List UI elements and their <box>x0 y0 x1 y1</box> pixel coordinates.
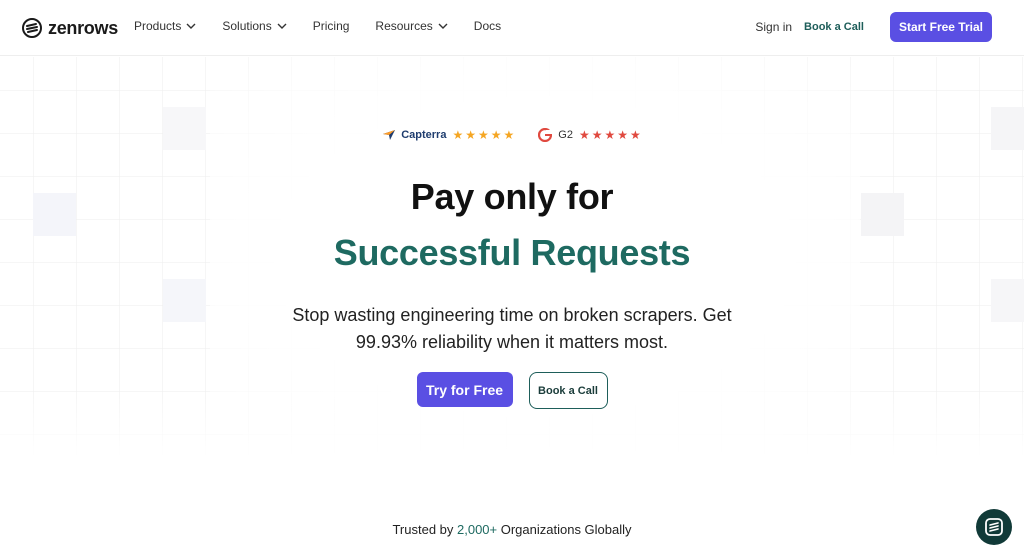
trusted-by-text: Trusted by 2,000+ Organizations Globally <box>0 522 1024 537</box>
hero-cta-group: Try for Free Book a Call <box>0 372 1024 409</box>
nav-products[interactable]: Products <box>134 19 196 33</box>
book-call-button[interactable]: Book a Call <box>528 372 608 409</box>
star-icon: ★ <box>591 128 603 142</box>
capterra-stars: ★ ★ ★ ★ ★ <box>452 129 514 141</box>
hero-title-line2: Successful Requests <box>333 232 691 273</box>
chevron-down-icon <box>438 23 448 29</box>
star-icon: ★ <box>503 128 515 142</box>
star-icon: ★ <box>578 128 590 142</box>
chat-widget-button[interactable] <box>976 509 1012 545</box>
ratings-row: Capterra ★ ★ ★ ★ ★ G2 ★ ★ ★ ★ ★ <box>0 128 1024 142</box>
nav-docs-label: Docs <box>473 19 502 33</box>
star-icon: ★ <box>452 128 464 142</box>
logo-text: zenrows <box>48 17 118 38</box>
zenrows-logo[interactable]: zenrows <box>22 17 118 39</box>
nav-docs[interactable]: Docs <box>474 19 501 33</box>
chevron-down-icon <box>186 23 196 29</box>
g2-stars: ★ ★ ★ ★ ★ <box>579 129 641 141</box>
chevron-down-icon <box>277 23 287 29</box>
trusted-prefix: Trusted by <box>392 522 457 537</box>
nav-solutions-label: Solutions <box>222 19 272 33</box>
nav-solutions[interactable]: Solutions <box>222 19 287 33</box>
nav-pricing[interactable]: Pricing <box>313 19 350 33</box>
nav-resources[interactable]: Resources <box>375 19 448 33</box>
nav-pricing-label: Pricing <box>312 19 350 33</box>
trusted-suffix: Organizations Globally <box>497 522 632 537</box>
zenrows-chat-icon <box>985 518 1003 536</box>
capterra-logo-icon <box>383 130 396 140</box>
trusted-count: 2,000+ <box>457 522 498 537</box>
zenrows-logo-icon <box>22 18 42 38</box>
start-free-trial-button[interactable]: Start Free Trial <box>889 12 992 42</box>
g2-logo-icon <box>538 128 553 142</box>
top-navigation: zenrows Products Solutions Pricing Resou… <box>0 0 1024 56</box>
hero-subtitle: Stop wasting engineering time on broken … <box>292 305 732 352</box>
g2-rating[interactable]: G2 ★ ★ ★ ★ ★ <box>538 128 641 142</box>
nav-resources-label: Resources <box>375 19 433 33</box>
sign-in-link[interactable]: Sign in <box>755 20 792 34</box>
main-menu: Products Solutions Pricing Resources Doc… <box>134 19 527 33</box>
star-icon: ★ <box>477 128 489 142</box>
star-icon: ★ <box>490 128 502 142</box>
capterra-label: Capterra <box>401 129 447 141</box>
star-icon: ★ <box>604 128 616 142</box>
g2-label: G2 <box>558 129 573 141</box>
nav-products-label: Products <box>134 19 182 33</box>
hero-title-line1: Pay only for <box>410 176 614 217</box>
star-icon: ★ <box>465 128 476 142</box>
book-call-link[interactable]: Book a Call <box>804 21 864 33</box>
try-for-free-button[interactable]: Try for Free <box>416 372 513 407</box>
star-icon: ★ <box>630 128 641 142</box>
capterra-rating[interactable]: Capterra ★ ★ ★ ★ ★ <box>383 129 514 141</box>
star-icon: ★ <box>617 128 629 142</box>
nav-actions: Sign in Book a Call Start Free Trial <box>755 12 992 42</box>
